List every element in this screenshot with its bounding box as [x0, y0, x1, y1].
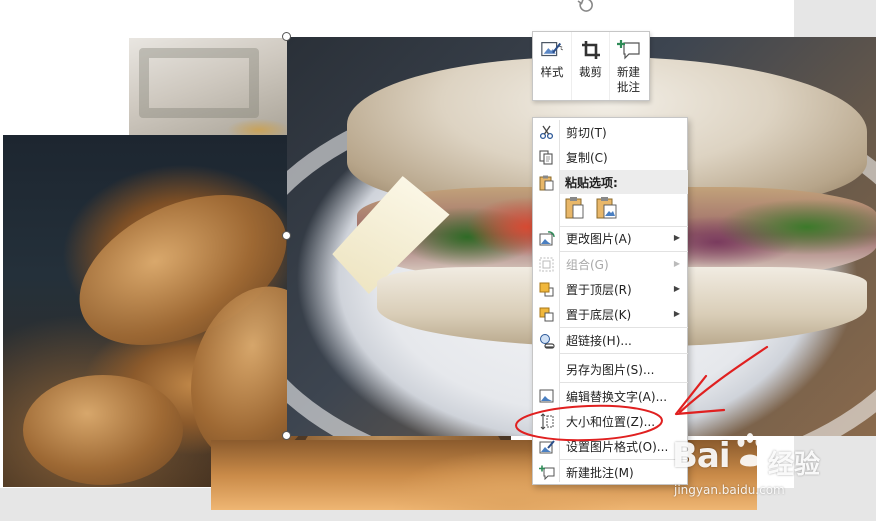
paste-options-row	[563, 196, 619, 226]
menu-item-copy[interactable]: 复制(C)	[534, 145, 688, 170]
format-picture-icon	[538, 438, 555, 455]
submenu-arrow-icon: ▶	[673, 284, 680, 293]
clipboard-icon	[538, 174, 555, 191]
paste-keep-source-button[interactable]	[563, 196, 587, 222]
menu-item-format-picture[interactable]: 设置图片格式(O)...	[534, 434, 688, 459]
watermark-brand-cn: 经验	[768, 450, 821, 480]
menu-label-hyperlink: 超链接(H)...	[566, 334, 632, 348]
paste-options-header: 粘贴选项:	[560, 170, 688, 194]
menu-item-save-as-picture[interactable]: 另存为图片(S)...	[534, 357, 688, 382]
bring-to-front-icon	[538, 281, 555, 298]
resize-handle-top-left[interactable]	[282, 32, 291, 41]
baidu-paw-icon	[734, 432, 766, 472]
new-comment-icon	[538, 464, 555, 481]
size-position-icon	[538, 413, 555, 430]
new-comment-label: 新建 批注	[617, 65, 640, 94]
submenu-arrow-icon: ▶	[673, 233, 680, 242]
watermark-url: jingyan.baidu.com	[674, 483, 785, 497]
alt-text-icon	[538, 388, 555, 405]
scissors-icon	[538, 124, 555, 141]
menu-item-hyperlink[interactable]: 超链接(H)...	[534, 328, 688, 353]
menu-label-size-and-position: 大小和位置(Z)...	[566, 415, 656, 429]
group-icon	[538, 256, 555, 273]
mini-toolbar: 样式 裁剪 新建 批注	[532, 31, 650, 101]
menu-label-bring-to-front: 置于顶层(R)	[566, 283, 632, 297]
menu-item-group[interactable]: 组合(G) ▶	[534, 252, 688, 277]
paste-as-picture-icon	[596, 196, 618, 223]
watermark-brand: Bai	[672, 436, 731, 476]
send-to-back-icon	[538, 306, 555, 323]
picture-style-icon	[540, 38, 564, 62]
picture-frame-photo[interactable]	[129, 38, 289, 138]
menu-item-send-to-back[interactable]: 置于底层(K) ▶	[534, 302, 688, 327]
menu-label-save-as-picture: 另存为图片(S)...	[566, 363, 655, 377]
crop-button[interactable]: 裁剪	[571, 32, 609, 100]
menu-separator	[560, 353, 688, 354]
hyperlink-icon	[538, 332, 555, 349]
submenu-arrow-icon: ▶	[673, 309, 680, 318]
menu-item-edit-alt-text[interactable]: 编辑替换文字(A)...	[534, 384, 688, 409]
crop-icon	[579, 38, 603, 62]
crop-label: 裁剪	[579, 65, 602, 79]
copy-icon	[538, 149, 555, 166]
menu-label-edit-alt-text: 编辑替换文字(A)...	[566, 390, 668, 404]
menu-item-cut[interactable]: 剪切(T)	[534, 120, 688, 145]
menu-item-bring-to-front[interactable]: 置于顶层(R) ▶	[534, 277, 688, 302]
menu-label-send-to-back: 置于底层(K)	[566, 308, 632, 322]
menu-label-cut: 剪切(T)	[566, 126, 607, 140]
rotate-handle-icon[interactable]	[577, 0, 595, 14]
baidu-jingyan-watermark: Bai 经验 jingyan.baidu.com	[672, 433, 876, 506]
style-button[interactable]: 样式	[533, 32, 571, 100]
context-menu: 剪切(T) 复制(C) 粘贴选项: 更改图片(A) ▶ 组合(G) ▶ 置于顶层…	[532, 117, 688, 485]
menu-label-new-comment: 新建批注(M)	[566, 466, 634, 480]
change-picture-icon	[538, 230, 555, 247]
menu-label-change-picture: 更改图片(A)	[566, 232, 632, 246]
new-comment-button[interactable]: 新建 批注	[609, 32, 647, 100]
menu-label-group: 组合(G)	[566, 258, 609, 272]
style-label: 样式	[540, 65, 564, 79]
new-comment-icon	[616, 38, 641, 62]
paste-keep-source-icon	[565, 196, 585, 223]
menu-item-new-comment[interactable]: 新建批注(M)	[534, 460, 688, 485]
menu-item-change-picture[interactable]: 更改图片(A) ▶	[534, 226, 688, 251]
submenu-arrow-icon: ▶	[673, 259, 680, 268]
menu-label-copy: 复制(C)	[566, 151, 608, 165]
menu-label-format-picture: 设置图片格式(O)...	[566, 440, 669, 454]
menu-separator	[560, 382, 688, 383]
menu-item-size-and-position[interactable]: 大小和位置(Z)...	[534, 409, 688, 434]
paste-as-picture-button[interactable]	[595, 196, 619, 222]
resize-handle-bottom-left[interactable]	[282, 431, 291, 440]
resize-handle-middle-left[interactable]	[282, 231, 291, 240]
